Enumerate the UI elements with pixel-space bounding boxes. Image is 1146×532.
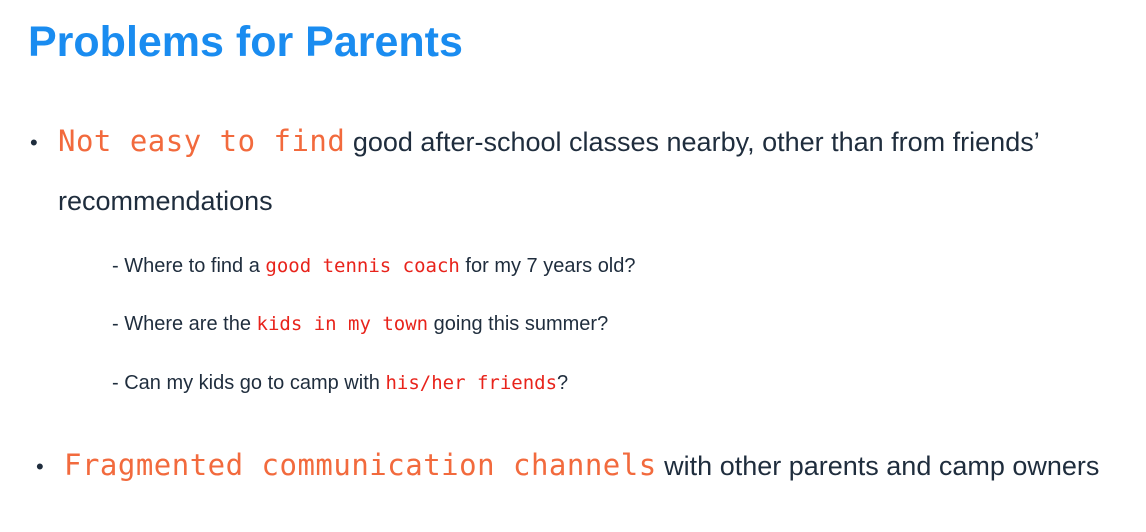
bullet-1-highlight: Not easy to find <box>58 124 346 158</box>
sub-item-2-suffix: going this summer? <box>428 313 609 335</box>
sub-item-3-suffix: ? <box>557 372 569 394</box>
bullet-2-highlight: Fragmented communication channels <box>64 448 657 482</box>
sub-item-1-prefix: - Where to find a <box>112 255 266 277</box>
sub-item-1-suffix: for my 7 years old? <box>459 255 636 277</box>
sub-item-2-highlight: kids in my town <box>256 313 429 335</box>
sub-item-2: - Where are the kids in my town going th… <box>112 313 608 336</box>
bullet-marker: • <box>30 130 38 155</box>
sub-item-3: - Can my kids go to camp with his/her fr… <box>112 372 568 395</box>
bullet-2: Fragmented communication channels with o… <box>64 448 1099 482</box>
bullet-1-line-2: recommendations <box>58 186 273 216</box>
sub-item-3-highlight: his/her friends <box>385 372 558 394</box>
sub-item-3-prefix: - Can my kids go to camp with <box>112 372 386 394</box>
slide-title: Problems for Parents <box>28 18 463 66</box>
bullet-1-line-1: Not easy to find good after-school class… <box>58 124 1040 158</box>
slide: Problems for Parents • Not easy to find … <box>0 0 1146 532</box>
sub-item-1-highlight: good tennis coach <box>265 255 460 277</box>
bullet-1-text: good after-school classes nearby, other … <box>345 127 1040 157</box>
bullet-marker: • <box>36 454 44 479</box>
sub-item-1: - Where to find a good tennis coach for … <box>112 255 636 278</box>
sub-item-2-prefix: - Where are the <box>112 313 257 335</box>
bullet-2-text: with other parents and camp owners <box>656 451 1100 481</box>
